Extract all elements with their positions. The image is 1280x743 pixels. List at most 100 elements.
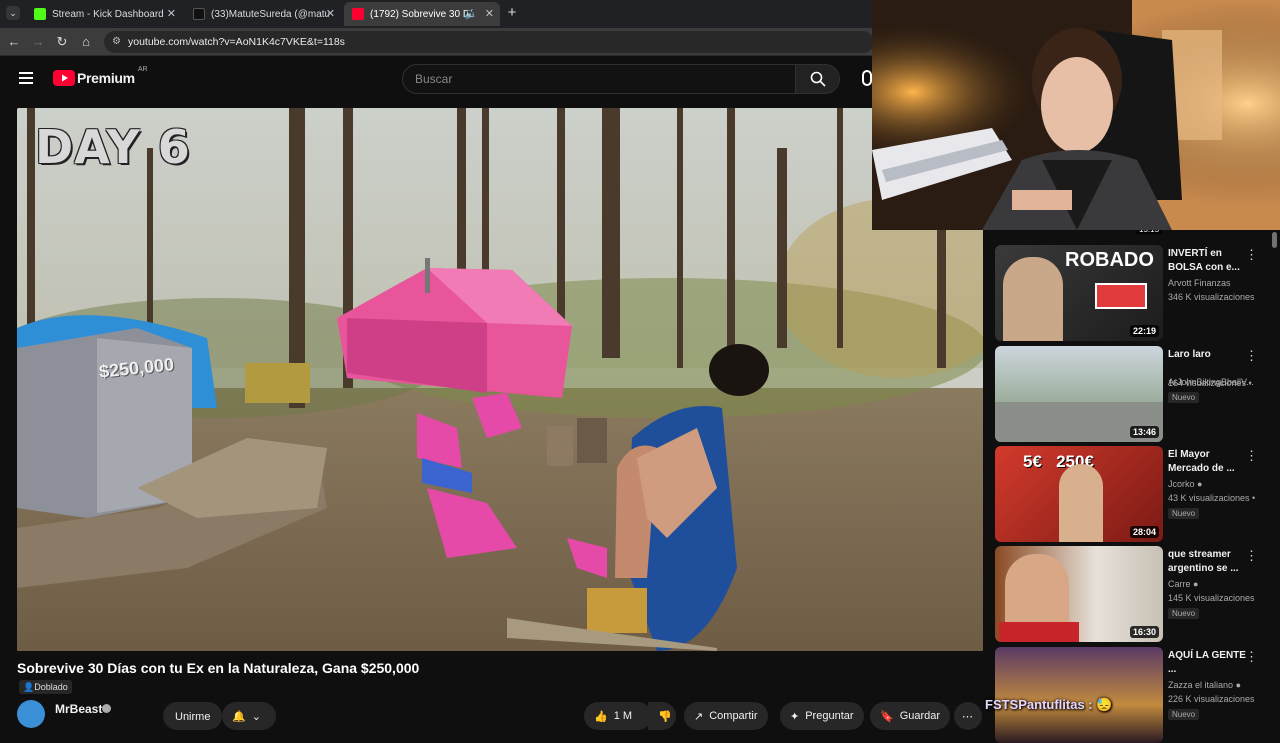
notifications-button[interactable]: 🔔 ⌄ <box>222 702 276 730</box>
chat-username: FSTSPantuflitas : <box>985 697 1093 712</box>
thumb-card <box>1095 283 1147 309</box>
video-thumbnail[interactable]: 5€ 250€ 28:04 <box>995 446 1163 542</box>
video-title[interactable]: El Mayor Mercado de ... <box>1168 448 1248 476</box>
like-button[interactable]: 👍 1 M <box>584 702 652 730</box>
view-count: 226 K visualizaciones <box>1168 694 1255 704</box>
video-thumbnail[interactable]: ROBADO 22:19 <box>995 245 1163 341</box>
close-icon[interactable]: ✕ <box>485 7 494 20</box>
thumb-figure <box>1003 257 1063 341</box>
channel-label: Jcorko <box>1168 479 1195 489</box>
video-duration: 22:19 <box>1129 325 1159 337</box>
bookmark-icon: 🔖 <box>880 710 894 723</box>
recommended-video[interactable]: 5€ 250€ 28:04 El Mayor Mercado de ... Jc… <box>995 446 1275 542</box>
day-overlay: DAY 6 <box>35 120 191 174</box>
channel-name[interactable]: Carre ● <box>1168 579 1198 589</box>
recommended-video[interactable]: 13:46 Laro laro ArJohnBikingBballV... 16… <box>995 346 1275 442</box>
tab-tiktok[interactable]: (33)MatuteSureda (@matutesu ✕ <box>185 2 341 26</box>
youtube-icon <box>352 8 364 20</box>
video-title[interactable]: INVERTÍ en BOLSA con e... <box>1168 247 1248 275</box>
tab-label: (33)MatuteSureda (@matutesu <box>211 8 329 20</box>
webcam-frame <box>872 0 1280 230</box>
webcam-overlay <box>872 0 1280 230</box>
like-icon: 👍 <box>594 710 608 723</box>
tab-label: (1792) Sobrevive 30 Días co <box>370 8 474 20</box>
video-title[interactable]: Laro laro <box>1168 348 1248 362</box>
video-title: Sobrevive 30 Días con tu Ex en la Natura… <box>17 660 420 676</box>
recommended-video[interactable]: AQUÍ LA GENTE ... Zazza el italiano ● 22… <box>995 647 1275 743</box>
video-title[interactable]: AQUÍ LA GENTE ... <box>1168 649 1248 677</box>
join-button[interactable]: Unirme <box>163 702 223 730</box>
tab-label: Stream - Kick Dashboard <box>52 8 164 20</box>
video-thumbnail[interactable] <box>995 647 1163 743</box>
close-icon[interactable]: ✕ <box>326 7 335 20</box>
thumb-figure <box>1059 464 1103 542</box>
more-button[interactable]: ⋯ <box>954 702 982 730</box>
video-thumbnail[interactable]: 16:30 <box>995 546 1163 642</box>
person-icon: 👤 <box>23 682 35 692</box>
recommended-video[interactable]: 16:30 que streamer argentino se ... Carr… <box>995 546 1275 642</box>
verified-icon: ● <box>1197 479 1203 489</box>
share-label: Compartir <box>709 710 758 722</box>
like-count: 1 M <box>613 710 633 722</box>
forward-icon[interactable]: → <box>30 34 46 49</box>
site-info-icon[interactable]: ⚙ <box>112 31 121 53</box>
video-duration: 13:46 <box>1129 426 1159 438</box>
video-player[interactable]: DAY 6 $250,000 <box>17 108 983 651</box>
youtube-logo[interactable]: Premium AR <box>53 66 148 86</box>
more-vert-icon[interactable]: ⋮ <box>1245 448 1258 464</box>
new-badge: Nuevo <box>1168 709 1200 720</box>
url-text: youtube.com/watch?v=AoN1K4c7VKE&t=118s <box>128 36 345 48</box>
share-icon: ↗ <box>694 710 704 723</box>
video-duration: 28:04 <box>1129 526 1159 538</box>
more-vert-icon[interactable]: ⋮ <box>1245 649 1258 665</box>
ask-label: Preguntar <box>805 710 854 722</box>
speaker-icon[interactable]: 🔈 <box>464 7 478 20</box>
thumb-shirt <box>999 622 1079 642</box>
thumb-caption: ROBADO <box>1065 249 1154 271</box>
more-vert-icon[interactable]: ⋮ <box>1245 548 1258 564</box>
close-icon[interactable]: ✕ <box>167 7 176 20</box>
verified-icon: ● <box>1193 579 1199 589</box>
tab-search-chevron-icon[interactable]: ⌄ <box>6 6 20 20</box>
save-label: Guardar <box>899 710 941 722</box>
home-icon[interactable]: ⌂ <box>78 34 94 49</box>
dub-label: Doblado <box>34 682 68 692</box>
menu-icon[interactable] <box>19 72 33 84</box>
channel-label: Zazza el italiano <box>1168 680 1234 690</box>
video-thumbnail[interactable]: 13:46 <box>995 346 1163 442</box>
share-button[interactable]: ↗ Compartir <box>684 702 768 730</box>
kick-icon <box>34 8 46 20</box>
ask-button[interactable]: ✦ Preguntar <box>780 702 864 730</box>
join-label: Unirme <box>175 711 211 723</box>
more-vert-icon[interactable]: ⋮ <box>1245 247 1258 263</box>
video-frame <box>17 108 983 651</box>
new-badge: Nuevo <box>1168 608 1200 619</box>
channel-name[interactable]: Arvott Finanzas <box>1168 278 1231 288</box>
dislike-button[interactable]: 👎 <box>648 702 676 730</box>
channel-avatar[interactable] <box>17 700 45 728</box>
recommended-video[interactable]: ROBADO 22:19 INVERTÍ en BOLSA con e... A… <box>995 245 1275 341</box>
channel-name[interactable]: MrBeast <box>55 702 102 716</box>
channel-name[interactable]: Zazza el italiano ● <box>1168 680 1241 690</box>
save-button[interactable]: 🔖 Guardar <box>870 702 951 730</box>
new-tab-button[interactable]: + <box>504 4 520 21</box>
dubbed-badge: 👤Doblado <box>19 680 72 694</box>
youtube-play-icon <box>53 70 75 86</box>
video-duration: 16:30 <box>1129 626 1159 638</box>
url-input[interactable]: ⚙ youtube.com/watch?v=AoN1K4c7VKE&t=118s <box>104 31 874 53</box>
tab-kick[interactable]: Stream - Kick Dashboard ✕ <box>26 2 182 26</box>
region-code: AR <box>137 65 148 73</box>
channel-label: Carre <box>1168 579 1191 589</box>
channel-name[interactable]: Jcorko ● <box>1168 479 1202 489</box>
video-title[interactable]: que streamer argentino se ... <box>1168 548 1248 576</box>
reload-icon[interactable]: ↻ <box>54 34 70 50</box>
mic-icon[interactable] <box>862 70 872 86</box>
tab-youtube[interactable]: (1792) Sobrevive 30 Días co 🔈 ✕ <box>344 2 500 26</box>
search-button[interactable] <box>796 64 840 94</box>
search-input[interactable]: Buscar <box>402 64 796 94</box>
logo-text: Premium <box>77 70 135 86</box>
new-badge: Nuevo <box>1168 508 1200 519</box>
new-badge: Nuevo <box>1168 392 1200 403</box>
back-icon[interactable]: ← <box>6 34 22 49</box>
more-vert-icon[interactable]: ⋮ <box>1245 348 1258 364</box>
